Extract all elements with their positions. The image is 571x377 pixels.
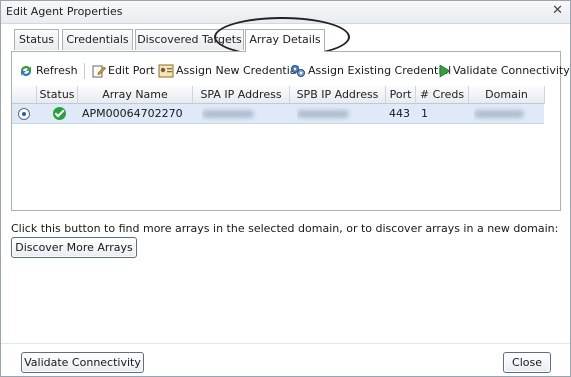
assign-new-credential-label: Assign New Credential	[176, 64, 300, 77]
header-port[interactable]: Port	[386, 86, 416, 104]
header-domain[interactable]: Domain	[469, 86, 545, 104]
assign-existing-credential-button[interactable]: Assign Existing Credential	[290, 62, 451, 80]
assign-existing-credential-label: Assign Existing Credential	[308, 64, 452, 77]
validate-connectivity-toolbar-button[interactable]: Validate Connectivity	[439, 62, 570, 80]
redacted-domain	[474, 110, 524, 118]
header-select	[12, 86, 37, 104]
array-details-panel: Refresh Edit Port Assign New Credential …	[11, 51, 570, 211]
refresh-label: Refresh	[36, 64, 78, 77]
status-cell	[37, 104, 77, 123]
header-creds[interactable]: # Creds	[416, 86, 469, 104]
tab-credentials[interactable]: Credentials	[62, 29, 133, 50]
header-spa-ip[interactable]: SPA IP Address	[193, 86, 290, 104]
discover-info-text: Click this button to find more arrays in…	[11, 222, 559, 235]
title-bar: Edit Agent Properties ✕	[1, 1, 570, 24]
header-array-name[interactable]: Array Name	[78, 86, 193, 104]
close-button[interactable]: Close	[503, 352, 551, 373]
gears-icon	[291, 65, 305, 77]
table-row[interactable]: APM00064702270 443 1	[12, 104, 544, 124]
creds-cell: 1	[421, 107, 428, 120]
play-icon	[439, 64, 451, 78]
port-cell: 443	[389, 107, 410, 120]
array-name-cell: APM00064702270	[82, 107, 183, 120]
row-select-radio[interactable]	[18, 108, 30, 120]
close-icon[interactable]: ✕	[552, 3, 563, 18]
tab-discovered-targets[interactable]: Discovered Targets	[135, 29, 244, 50]
spb-ip-cell	[297, 104, 377, 123]
spa-ip-cell	[202, 104, 282, 123]
edit-agent-properties-dialog: Edit Agent Properties ✕ Status Credentia…	[0, 0, 571, 377]
validate-connectivity-button[interactable]: Validate Connectivity	[21, 352, 144, 373]
refresh-icon	[21, 66, 31, 76]
footer-divider	[1, 343, 570, 344]
edit-icon	[92, 65, 106, 78]
domain-cell	[474, 104, 540, 123]
edit-port-label: Edit Port	[108, 64, 155, 77]
toolbar-divider	[84, 63, 85, 79]
tab-status[interactable]: Status	[14, 29, 59, 50]
redacted-spb-ip	[297, 110, 349, 118]
header-status[interactable]: Status	[37, 86, 78, 104]
credential-icon	[158, 64, 174, 78]
assign-new-credential-button[interactable]: Assign New Credential	[158, 62, 300, 80]
status-ok-icon	[53, 107, 66, 120]
redacted-spa-ip	[202, 110, 254, 118]
header-spb-ip[interactable]: SPB IP Address	[290, 86, 386, 104]
toolbar: Refresh Edit Port Assign New Credential …	[12, 60, 570, 82]
validate-connectivity-label: Validate Connectivity	[453, 64, 570, 77]
refresh-button[interactable]: Refresh	[18, 62, 78, 80]
discover-more-arrays-button[interactable]: Discover More Arrays	[11, 237, 137, 258]
tab-array-details[interactable]: Array Details	[245, 29, 325, 52]
edit-port-button[interactable]: Edit Port	[92, 62, 155, 80]
window-title: Edit Agent Properties	[6, 5, 123, 18]
